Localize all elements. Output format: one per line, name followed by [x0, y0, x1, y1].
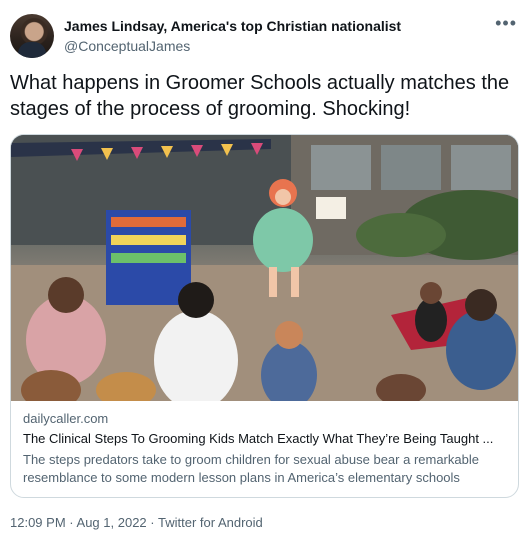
card-domain: dailycaller.com — [23, 411, 109, 426]
meta-separator: · — [69, 515, 74, 530]
avatar-figure — [18, 42, 46, 58]
card-photo-illustration — [11, 135, 518, 401]
card-image[interactable] — [11, 135, 518, 401]
author-avatar[interactable] — [10, 14, 54, 58]
tweet-date[interactable]: Aug 1, 2022 — [77, 515, 147, 530]
tweet-text: What happens in Groomer Schools actually… — [10, 72, 510, 120]
tweet: James Lindsay, America's top Christian n… — [0, 0, 531, 542]
tweet-source[interactable]: Twitter for Android — [158, 515, 263, 530]
tweet-meta: 12:09 PM · Aug 1, 2022 · Twitter for And… — [10, 515, 263, 530]
meta-separator: · — [150, 515, 155, 530]
tweet-time[interactable]: 12:09 PM — [10, 515, 66, 530]
more-options-icon[interactable]: ••• — [495, 14, 517, 32]
author-name[interactable]: James Lindsay, America's top Christian n… — [64, 18, 401, 34]
card-description: The steps predators take to groom childr… — [23, 452, 479, 485]
author-handle[interactable]: @ConceptualJames — [64, 38, 190, 54]
card-title[interactable]: The Clinical Steps To Grooming Kids Matc… — [23, 431, 508, 446]
link-card[interactable]: dailycaller.com The Clinical Steps To Gr… — [10, 134, 519, 498]
